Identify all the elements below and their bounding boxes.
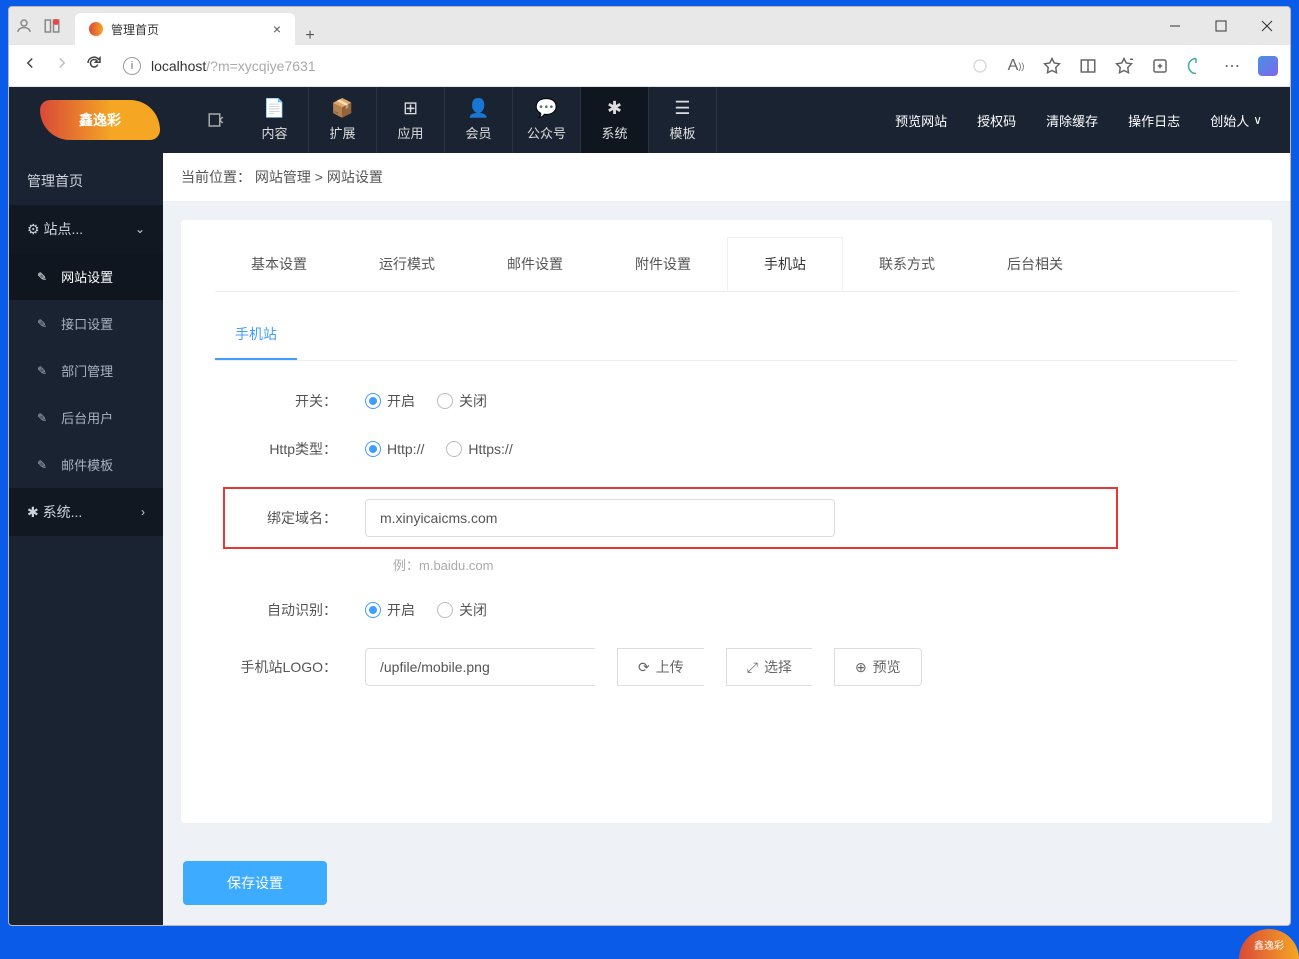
read-aloud-icon[interactable]: A)) — [1006, 56, 1026, 76]
chevron-right-icon: › — [141, 505, 145, 519]
nav-extend[interactable]: 📦扩展 — [309, 87, 377, 153]
select-button[interactable]: ⤢选择 — [726, 648, 812, 686]
back-button[interactable] — [21, 54, 39, 77]
founder-dropdown[interactable]: 创始人 ∨ — [1210, 111, 1262, 130]
tab-title: 管理首页 — [111, 21, 159, 38]
tab-contact[interactable]: 联系方式 — [843, 238, 971, 291]
favicon-icon — [89, 22, 103, 36]
logo-path-input[interactable] — [365, 648, 595, 686]
https-radio[interactable]: Https:// — [446, 441, 512, 457]
sidebar-admin-users[interactable]: ✎后台用户 — [9, 394, 163, 441]
minimize-button[interactable] — [1152, 7, 1198, 45]
sidebar-group-site[interactable]: ⚙ 站点...⌄ — [9, 205, 163, 253]
preview-button[interactable]: ⊕预览 — [834, 648, 922, 686]
close-tab-icon[interactable]: × — [273, 21, 281, 37]
preview-icon: ⊕ — [855, 659, 867, 676]
more-icon[interactable]: ⋯ — [1222, 56, 1242, 76]
upload-button[interactable]: ⟳上传 — [617, 648, 704, 686]
sidebar-home[interactable]: 管理首页 — [9, 153, 163, 205]
app-logo[interactable]: 鑫逸彩 — [40, 100, 160, 140]
forward-button[interactable] — [53, 54, 71, 77]
sidebar-group-system[interactable]: ✱ 系统...› — [9, 488, 163, 536]
save-bar: 保存设置 — [163, 841, 1290, 925]
tab-attach[interactable]: 附件设置 — [599, 238, 727, 291]
chevron-down-icon: ⌄ — [135, 222, 145, 236]
sidebar: 管理首页 ⚙ 站点...⌄ ✎网站设置 ✎接口设置 ✎部门管理 ✎后台用户 ✎邮… — [9, 153, 163, 925]
maximize-button[interactable] — [1198, 7, 1244, 45]
switch-label: 开关： — [235, 391, 365, 411]
breadcrumb-current: 网站设置 — [327, 169, 383, 185]
edit-icon: ✎ — [37, 411, 47, 425]
subtabs: 手机站 — [215, 310, 1238, 361]
sidebar-site-settings[interactable]: ✎网站设置 — [9, 253, 163, 300]
favorite-icon[interactable] — [1042, 56, 1062, 76]
sidebar-dept-manage[interactable]: ✎部门管理 — [9, 347, 163, 394]
edit-icon: ✎ — [37, 270, 47, 284]
favorites-list-icon[interactable] — [1114, 56, 1134, 76]
save-button[interactable]: 保存设置 — [183, 861, 327, 905]
main-card: 基本设置 运行模式 邮件设置 附件设置 手机站 联系方式 后台相关 手机站 开关… — [181, 220, 1272, 823]
site-info-icon[interactable]: i — [123, 57, 141, 75]
tab-mode[interactable]: 运行模式 — [343, 238, 471, 291]
upload-icon: ⟳ — [638, 659, 650, 676]
domain-hint: 例：m.baidu.com — [393, 555, 1218, 574]
edit-icon: ✎ — [37, 317, 47, 331]
tab-admin[interactable]: 后台相关 — [971, 238, 1099, 291]
auth-code-link[interactable]: 授权码 — [977, 111, 1016, 130]
preview-site-link[interactable]: 预览网站 — [895, 111, 947, 130]
corner-logo: 鑫逸彩 — [1239, 929, 1299, 959]
edit-icon: ✎ — [37, 364, 47, 378]
op-log-link[interactable]: 操作日志 — [1128, 111, 1180, 130]
titlebar: 管理首页 × + — [9, 7, 1290, 45]
nav-system[interactable]: ✱系统 — [581, 87, 649, 153]
copilot-icon[interactable] — [1258, 56, 1278, 76]
select-icon: ⤢ — [747, 659, 758, 676]
new-tab-button[interactable]: + — [295, 27, 325, 45]
tab-mail[interactable]: 邮件设置 — [471, 238, 599, 291]
nav-content[interactable]: 📄内容 — [241, 87, 309, 153]
tab-mobile[interactable]: 手机站 — [727, 237, 843, 290]
refresh-button[interactable] — [85, 54, 103, 77]
chevron-down-icon: ∨ — [1253, 113, 1262, 127]
switch-off-radio[interactable]: 关闭 — [437, 391, 487, 411]
collapse-icon[interactable] — [191, 111, 241, 129]
clear-cache-link[interactable]: 清除缓存 — [1046, 111, 1098, 130]
top-nav: 鑫逸彩 📄内容 📦扩展 ⊞应用 👤会员 💬公众号 ✱系统 ☰模板 预览网站 授权… — [9, 87, 1290, 153]
sidebar-mail-template[interactable]: ✎邮件模板 — [9, 441, 163, 488]
split-screen-icon[interactable] — [1078, 56, 1098, 76]
auto-on-radio[interactable]: 开启 — [365, 600, 415, 620]
domain-input[interactable] — [365, 499, 835, 537]
address-bar: i localhost/?m=xycqiye7631 A)) ⋯ — [9, 45, 1290, 87]
domain-row: 绑定域名： — [223, 487, 1118, 549]
auto-label: 自动识别： — [235, 600, 365, 620]
url-text: localhost/?m=xycqiye7631 — [151, 58, 316, 74]
switch-on-radio[interactable]: 开启 — [365, 391, 415, 411]
browser-tab[interactable]: 管理首页 × — [75, 13, 295, 45]
http-label: Http类型： — [235, 439, 365, 459]
nav-template[interactable]: ☰模板 — [649, 87, 717, 153]
domain-label: 绑定域名： — [235, 508, 365, 528]
form-area: 开关： 开启 关闭 Http类型： Http:// Https:// — [215, 361, 1238, 724]
tab-basic[interactable]: 基本设置 — [215, 238, 343, 291]
nav-app[interactable]: ⊞应用 — [377, 87, 445, 153]
edit-icon: ✎ — [37, 458, 47, 472]
nav-member[interactable]: 👤会员 — [445, 87, 513, 153]
sync-icon[interactable] — [970, 56, 990, 76]
http-radio[interactable]: Http:// — [365, 441, 424, 457]
notification-dot — [53, 19, 59, 25]
sidebar-api-settings[interactable]: ✎接口设置 — [9, 300, 163, 347]
nav-wechat[interactable]: 💬公众号 — [513, 87, 581, 153]
breadcrumb: 当前位置： 网站管理 > 网站设置 — [163, 153, 1290, 202]
close-button[interactable] — [1244, 7, 1290, 45]
auto-off-radio[interactable]: 关闭 — [437, 600, 487, 620]
collections-icon[interactable] — [1150, 56, 1170, 76]
logo-label: 手机站LOGO： — [235, 657, 365, 677]
url-field[interactable]: i localhost/?m=xycqiye7631 — [113, 57, 960, 75]
profile-icon[interactable] — [15, 17, 33, 35]
breadcrumb-link[interactable]: 网站管理 — [255, 169, 311, 185]
subtab-mobile[interactable]: 手机站 — [215, 310, 297, 360]
performance-icon[interactable] — [1186, 56, 1206, 76]
tabs-header: 基本设置 运行模式 邮件设置 附件设置 手机站 联系方式 后台相关 — [215, 238, 1238, 292]
